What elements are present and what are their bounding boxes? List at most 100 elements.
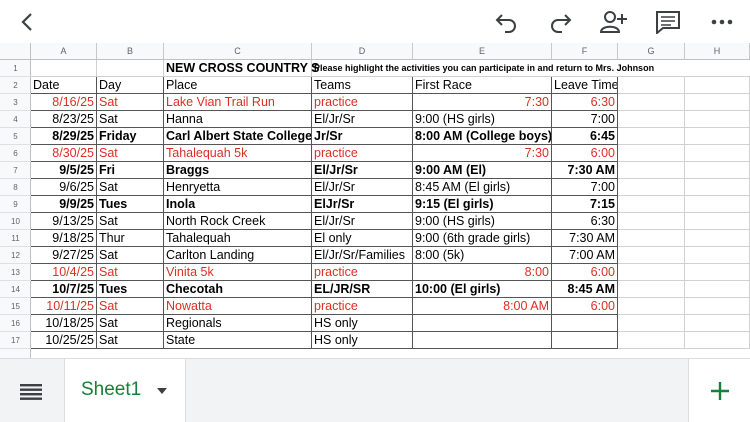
cell-leave-time[interactable]: 6:30 xyxy=(552,94,618,111)
cell-leave-time[interactable]: 6:00 xyxy=(552,298,618,315)
cell-leave-time[interactable]: 7:15 xyxy=(552,196,618,213)
cell-place[interactable]: Henryetta xyxy=(164,179,312,196)
row-header[interactable]: 6 xyxy=(0,145,31,162)
row-header[interactable]: 17 xyxy=(0,332,31,349)
cell[interactable] xyxy=(685,196,750,213)
cell-date[interactable]: 9/6/25 xyxy=(31,179,97,196)
cell-leave-time[interactable] xyxy=(552,332,618,349)
cell-teams[interactable]: HS only xyxy=(312,315,413,332)
cell[interactable] xyxy=(31,60,97,77)
row-header[interactable]: 5 xyxy=(0,128,31,145)
cell-date[interactable]: 10/25/25 xyxy=(31,332,97,349)
cell-first-race[interactable]: 8:45 AM (El girls) xyxy=(413,179,552,196)
cell-place[interactable]: North Rock Creek xyxy=(164,213,312,230)
row-header[interactable]: 2 xyxy=(0,77,31,94)
row-header[interactable]: 9 xyxy=(0,196,31,213)
cell-teams[interactable]: practice xyxy=(312,94,413,111)
cell[interactable] xyxy=(618,298,685,315)
more-icon[interactable] xyxy=(706,6,738,38)
cell[interactable] xyxy=(618,315,685,332)
cell-date[interactable]: 8/29/25 xyxy=(31,128,97,145)
row-header[interactable]: 15 xyxy=(0,298,31,315)
cell-place[interactable]: Nowatta xyxy=(164,298,312,315)
cell-leave-time[interactable]: 7:00 xyxy=(552,111,618,128)
cell-teams[interactable]: El/Jr/Sr xyxy=(312,213,413,230)
cell-leave-time[interactable]: 6:45 xyxy=(552,128,618,145)
header-day[interactable]: Day xyxy=(97,77,164,94)
row-header[interactable]: 12 xyxy=(0,247,31,264)
sheet-title[interactable]: NEW CROSS COUNTRY S xyxy=(164,60,320,77)
row-header[interactable]: 16 xyxy=(0,315,31,332)
cell-day[interactable]: Sat xyxy=(97,298,164,315)
cell[interactable] xyxy=(618,111,685,128)
cell-first-race[interactable]: 9:15 (El girls) xyxy=(413,196,552,213)
cell[interactable] xyxy=(685,247,750,264)
cell-teams[interactable]: practice xyxy=(312,145,413,162)
add-sheet-icon[interactable] xyxy=(688,359,750,422)
cell-teams[interactable]: EL/JR/SR xyxy=(312,281,413,298)
cell-first-race[interactable] xyxy=(413,315,552,332)
row-header[interactable]: 1 xyxy=(0,60,31,77)
dropdown-caret-icon[interactable] xyxy=(157,388,167,394)
cell-leave-time[interactable]: 7:00 xyxy=(552,179,618,196)
row-header[interactable]: 8 xyxy=(0,179,31,196)
cell-date[interactable]: 10/18/25 xyxy=(31,315,97,332)
cell-day[interactable]: Sat xyxy=(97,315,164,332)
cell[interactable] xyxy=(618,332,685,349)
cell-date[interactable]: 10/11/25 xyxy=(31,298,97,315)
cell-day[interactable]: Sat xyxy=(97,264,164,281)
cell-day[interactable]: Sat xyxy=(97,111,164,128)
cell-teams[interactable]: ElJr/Sr xyxy=(312,196,413,213)
cell-teams[interactable]: practice xyxy=(312,298,413,315)
cell-first-race[interactable] xyxy=(413,332,552,349)
cell[interactable] xyxy=(685,111,750,128)
cell-place[interactable]: Inola xyxy=(164,196,312,213)
cell[interactable] xyxy=(685,281,750,298)
row-header[interactable]: 11 xyxy=(0,230,31,247)
cell-teams[interactable]: El/Jr/Sr xyxy=(312,179,413,196)
cell-place[interactable]: Hanna xyxy=(164,111,312,128)
header-leave-time[interactable]: Leave Time xyxy=(552,77,618,94)
cell-date[interactable]: 8/30/25 xyxy=(31,145,97,162)
header-place[interactable]: Place xyxy=(164,77,312,94)
back-arrow-icon[interactable] xyxy=(12,6,44,38)
column-header-a[interactable]: A xyxy=(31,43,97,59)
cell-teams[interactable]: El/Jr/Sr xyxy=(312,162,413,179)
cell[interactable] xyxy=(618,230,685,247)
cell-day[interactable]: Tues xyxy=(97,281,164,298)
cell[interactable] xyxy=(618,77,685,94)
select-all-corner[interactable] xyxy=(0,43,31,59)
sheet-tab[interactable]: Sheet1 xyxy=(64,359,186,422)
cell[interactable] xyxy=(618,94,685,111)
cell-place[interactable]: State xyxy=(164,332,312,349)
cell[interactable] xyxy=(618,213,685,230)
row-header[interactable]: 3 xyxy=(0,94,31,111)
cell[interactable] xyxy=(618,196,685,213)
cell[interactable] xyxy=(618,128,685,145)
cell[interactable] xyxy=(685,264,750,281)
cell-place[interactable]: Carl Albert State College xyxy=(164,128,312,145)
cell-day[interactable]: Sat xyxy=(97,213,164,230)
column-header-g[interactable]: G xyxy=(618,43,685,59)
cell-day[interactable]: Friday xyxy=(97,128,164,145)
share-person-icon[interactable] xyxy=(598,6,630,38)
cell-leave-time[interactable]: 8:45 AM xyxy=(552,281,618,298)
cell[interactable] xyxy=(618,162,685,179)
cell-place[interactable]: Braggs xyxy=(164,162,312,179)
cell-first-race[interactable]: 10:00 (El girls) xyxy=(413,281,552,298)
cell-teams[interactable]: HS only xyxy=(312,332,413,349)
cell-first-race[interactable]: 9:00 (HS girls) xyxy=(413,111,552,128)
cell-leave-time[interactable]: 6:00 xyxy=(552,264,618,281)
cell[interactable] xyxy=(685,162,750,179)
cell[interactable] xyxy=(618,264,685,281)
cell-day[interactable]: Sat xyxy=(97,247,164,264)
cell-teams[interactable]: El/Jr/Sr xyxy=(312,111,413,128)
cell-date[interactable]: 10/7/25 xyxy=(31,281,97,298)
cell-date[interactable]: 8/16/25 xyxy=(31,94,97,111)
cell-first-race[interactable]: 7:30 xyxy=(413,94,552,111)
row-header[interactable]: 14 xyxy=(0,281,31,298)
column-header-c[interactable]: C xyxy=(164,43,312,59)
cell-first-race[interactable]: 7:30 xyxy=(413,145,552,162)
cell-first-race[interactable]: 8:00 xyxy=(413,264,552,281)
cell-day[interactable]: Thur xyxy=(97,230,164,247)
